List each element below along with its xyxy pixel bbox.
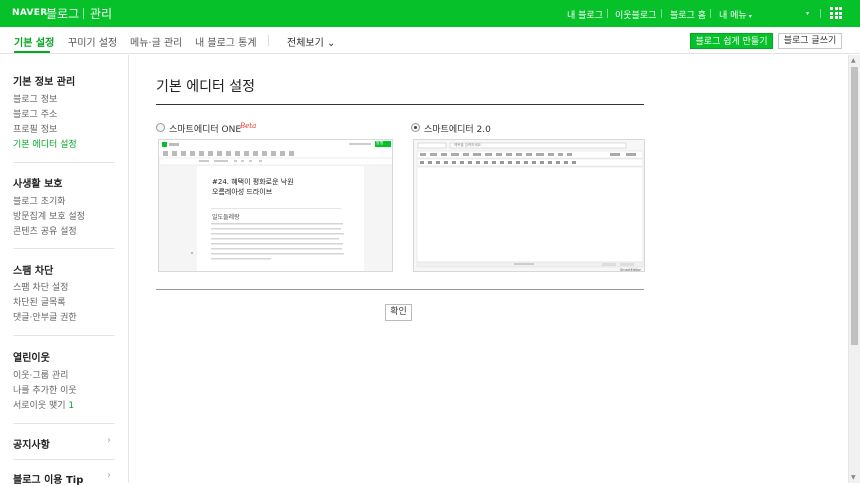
section-title-basic-info: 기본 정보 관리 (13, 77, 76, 88)
chevron-right-icon: › (107, 470, 111, 481)
write-post-button[interactable]: 블로그 글쓰기 (778, 33, 842, 49)
neighbor-blog-link[interactable]: 이웃블로그 (615, 8, 656, 21)
tab-basic-settings[interactable]: 기본 설정 (14, 34, 54, 49)
option-label-smarteditor-two[interactable]: 스마트에디터 2.0 (424, 122, 491, 135)
my-blog-link[interactable]: 내 블로그 (567, 8, 603, 21)
tab-decorate-settings[interactable]: 꾸미기 설정 (68, 34, 117, 49)
beta-badge: Beta (240, 122, 257, 130)
active-tab-indicator (14, 51, 50, 53)
preview-one-illustration (159, 140, 392, 271)
sidebar-item-neighbor-groups[interactable]: 이웃·그룹 관리 (13, 368, 68, 381)
scroll-up-icon[interactable]: ▲ (851, 57, 856, 64)
preview-post-title: #24. 혜택이 평화로운 낙원 (212, 178, 294, 186)
divider (13, 335, 115, 336)
sidebar-item-profile[interactable]: 프로필 정보 (13, 122, 57, 135)
chevron-down-icon: ⌄ (327, 38, 336, 49)
divider (13, 162, 115, 163)
sidebar-item-mutual-neighbors[interactable]: 서로이웃 맺기 1 (13, 398, 74, 411)
sidebar-item-spam-settings[interactable]: 스팸 차단 설정 (13, 280, 68, 293)
section-title-spam: 스팸 차단 (13, 266, 54, 277)
divider (661, 9, 662, 18)
my-menu-label: 내 메뉴 (719, 11, 747, 21)
divider (83, 8, 84, 19)
my-menu-link[interactable]: 내 메뉴 ▾ (719, 8, 752, 21)
preview-subhead: 일도들레랑 (212, 214, 240, 221)
sidebar-item-comment-permission[interactable]: 댓글·안부글 권한 (13, 310, 77, 323)
mutual-neighbors-label: 서로이웃 맺기 (13, 401, 66, 411)
grid-icon[interactable] (830, 7, 842, 19)
divider (820, 9, 821, 18)
divider (268, 35, 269, 46)
preview-smarteditor-brand: SmartEditor (620, 268, 641, 272)
section-title-privacy: 사생활 보호 (13, 179, 63, 190)
easy-make-button[interactable]: 블로그 쉽게 만들기 (690, 33, 773, 49)
caret-down-icon: ▾ (748, 13, 752, 20)
tab-menu-post-manage[interactable]: 메뉴·글 관리 (130, 34, 182, 49)
scrollbar[interactable]: ▲ ▼ (848, 55, 860, 483)
naver-logo[interactable]: NAVER (12, 8, 47, 18)
blog-home-link[interactable]: 블로그 (46, 5, 79, 22)
section-title-neighbors: 열린이웃 (13, 353, 50, 364)
divider (156, 104, 644, 105)
manage-link[interactable]: 관리 (90, 5, 112, 22)
caret-down-icon: ▾ (806, 10, 810, 17)
sidebar-item-notice[interactable]: 공지사항 (13, 436, 50, 451)
divider (13, 423, 115, 424)
preview-smarteditor-two[interactable]: 제목을 입력하세요. SmartEditor (413, 139, 645, 272)
preview-post-title-2: 오름레아성 드라이브 (212, 188, 273, 196)
top-bar: NAVER 블로그 관리 내 블로그 이웃블로그 블로그 홈 내 메뉴 ▾ ▾ (0, 0, 860, 27)
divider (156, 289, 644, 290)
sidebar-item-blog-info[interactable]: 블로그 정보 (13, 92, 57, 105)
blog-home-top-link[interactable]: 블로그 홈 (670, 8, 706, 21)
view-all-label: 전체보기 (287, 38, 324, 49)
sidebar-item-visit-protect[interactable]: 방문집계 보호 설정 (13, 209, 85, 222)
option-label-smarteditor-one[interactable]: 스마트에디터 ONE (169, 122, 241, 135)
divider (607, 9, 608, 18)
preview-publish-button: 발행 (376, 140, 384, 145)
sidebar-item-blog-address[interactable]: 블로그 주소 (13, 107, 57, 120)
preview-title-placeholder: 제목을 입력하세요. (454, 143, 482, 147)
mutual-count-badge: 1 (68, 401, 75, 411)
preview-two-illustration (414, 140, 644, 271)
sidebar-item-blocked-posts[interactable]: 차단된 글목록 (13, 295, 66, 308)
preview-smarteditor-one[interactable]: #24. 혜택이 평화로운 낙원 오름레아성 드라이브 일도들레랑 발행 (158, 139, 393, 272)
divider (13, 459, 115, 460)
sidebar-item-content-share[interactable]: 콘텐츠 공유 설정 (13, 224, 77, 237)
tab-blog-stats[interactable]: 내 블로그 통계 (195, 34, 257, 49)
more-menu-toggle[interactable]: ▾ (804, 8, 809, 18)
sidebar-item-editor-settings[interactable]: 기본 에디터 설정 (13, 137, 77, 150)
scrollbar-thumb[interactable] (851, 67, 858, 345)
sidebar-item-blog-reset[interactable]: 블로그 초기화 (13, 194, 66, 207)
view-all-dropdown[interactable]: 전체보기 ⌄ (287, 34, 335, 49)
divider (13, 248, 115, 249)
radio-smarteditor-two[interactable] (411, 123, 420, 132)
sidebar: 기본 정보 관리 블로그 정보 블로그 주소 프로필 정보 기본 에디터 설정 … (0, 55, 129, 486)
divider (710, 9, 711, 18)
page-title: 기본 에디터 설정 (156, 79, 256, 95)
sidebar-item-added-me[interactable]: 나를 추가한 이웃 (13, 383, 77, 396)
confirm-button[interactable]: 확인 (385, 304, 412, 321)
chevron-right-icon: › (107, 435, 111, 446)
scroll-down-icon[interactable]: ▼ (851, 474, 856, 481)
radio-smarteditor-one[interactable] (156, 123, 165, 132)
sidebar-item-tips[interactable]: 블로그 이용 Tip (13, 471, 83, 486)
